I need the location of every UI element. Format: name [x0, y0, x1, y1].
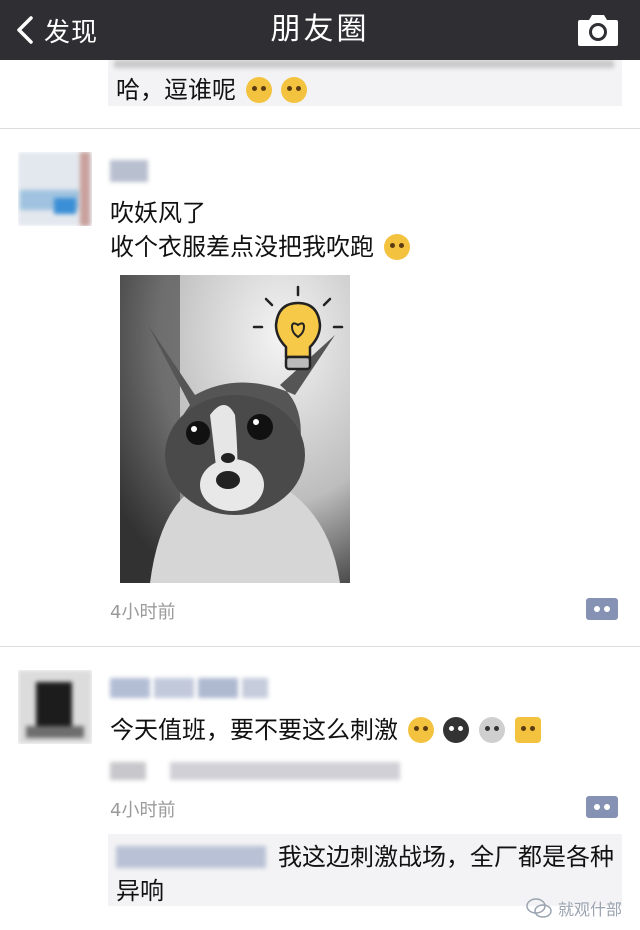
blurred-comment-text: [114, 60, 614, 68]
laugh-emoji-icon: [281, 77, 308, 103]
post-text-content: 今天值班，要不要这么刺激: [110, 716, 398, 744]
post-divider: [0, 128, 640, 129]
watermark: 就观什部: [526, 896, 622, 920]
watermark-text: 就观什部: [557, 900, 622, 919]
previous-post-comment-box: 哈，逗谁呢: [108, 60, 622, 106]
post-text: 今天值班，要不要这么刺激: [110, 713, 541, 747]
post-divider: [0, 646, 640, 647]
skull-emoji-icon: [478, 717, 505, 743]
page-title: 朋友圈: [270, 12, 370, 47]
post-text-line-2: 收个衣服差点没把我吹跑: [110, 230, 410, 264]
camera-icon[interactable]: [576, 12, 620, 48]
dizzy-emoji-icon: [407, 717, 434, 743]
dizzy-emoji-icon: [383, 234, 410, 260]
navigation-bar: 发现 朋友圈: [0, 0, 640, 60]
blurred-location[interactable]: [110, 760, 410, 782]
comment-button[interactable]: [586, 598, 618, 620]
post-time: 4小时前: [110, 602, 176, 623]
wechat-logo-icon: [526, 898, 552, 918]
user-name[interactable]: [110, 160, 148, 182]
post-time: 4小时前: [110, 800, 176, 821]
post-text: 收个衣服差点没把我吹跑: [110, 233, 374, 261]
comment-text: 哈，逗谁呢: [116, 76, 236, 104]
lightning-emoji-icon: [514, 717, 541, 743]
owl-emoji-icon: [443, 717, 470, 743]
post-photo[interactable]: [120, 275, 350, 583]
user-name[interactable]: [110, 676, 270, 700]
comment-button[interactable]: [586, 796, 618, 818]
avatar[interactable]: [18, 152, 92, 226]
comment-line: 哈，逗谁呢: [116, 70, 308, 105]
laugh-emoji-icon: [245, 77, 272, 103]
avatar[interactable]: [18, 670, 92, 744]
post-text-line-1: 吹妖风了: [110, 199, 206, 227]
